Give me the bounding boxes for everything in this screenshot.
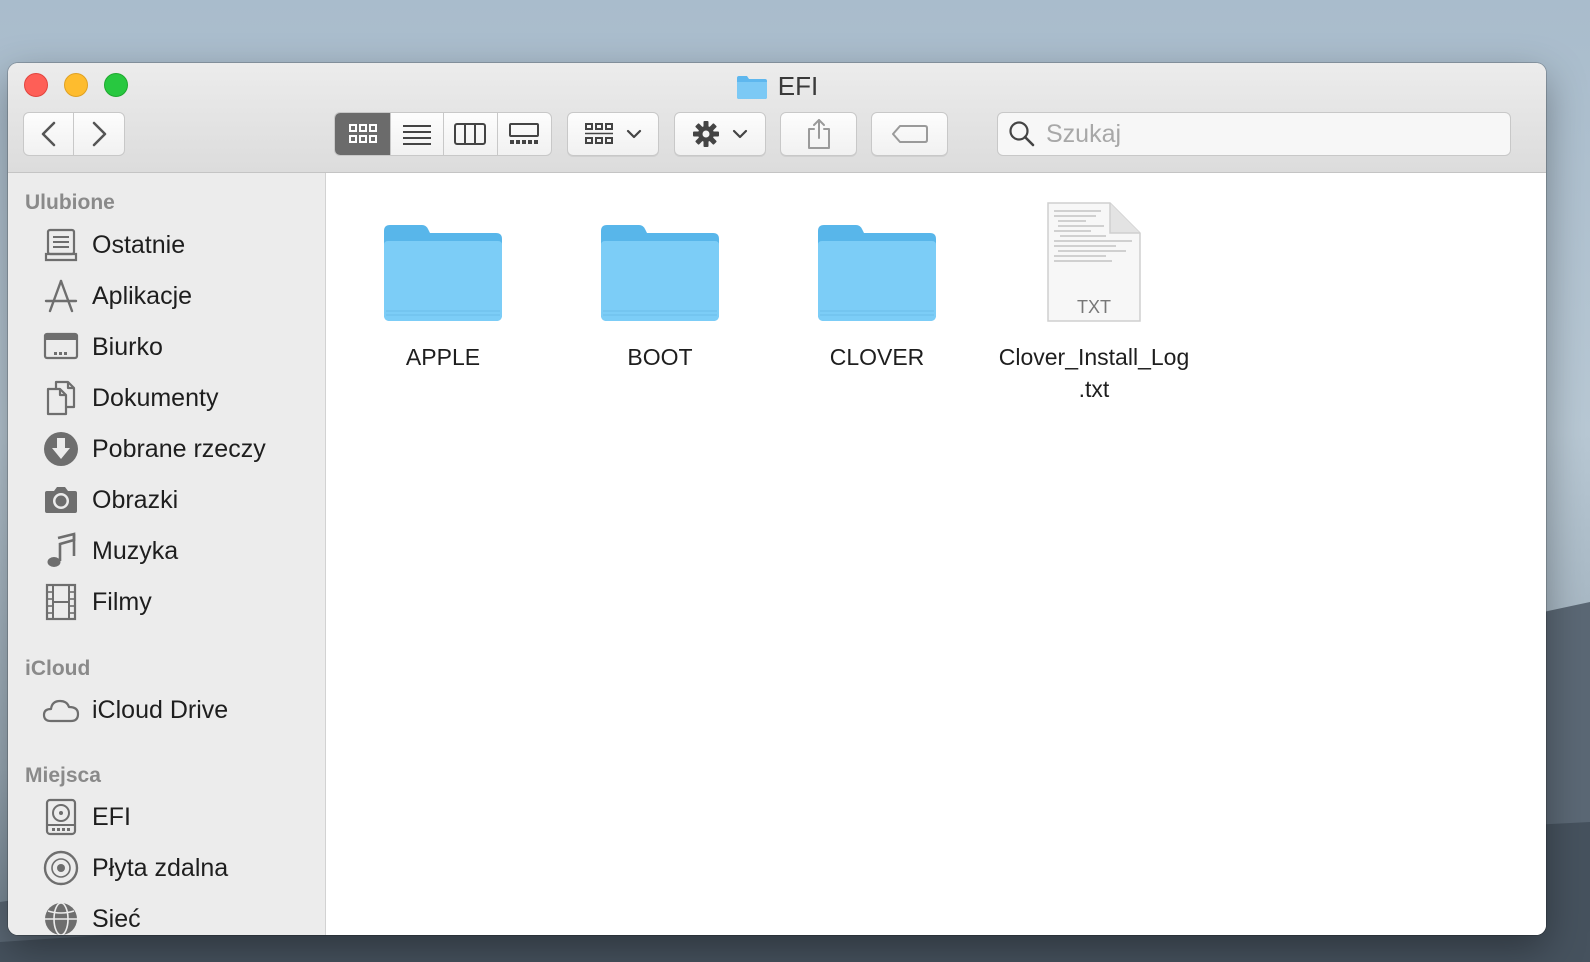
share-button[interactable]	[780, 112, 857, 156]
sidebar-item-label: Płyta zdalna	[92, 853, 229, 882]
group-grid-icon	[585, 123, 613, 144]
sidebar-item-label: Pobrane rzeczy	[92, 434, 266, 463]
search-input[interactable]	[1044, 118, 1488, 150]
file-type-badge: TXT	[1077, 297, 1111, 317]
sidebar-item-label: iCloud Drive	[92, 695, 229, 724]
file-browser-content: APPLE BOOT CLOVER TXT Clover_Install_Log…	[326, 173, 1546, 935]
film-icon	[45, 583, 77, 621]
sidebar-item-recents[interactable]: Ostatnie	[42, 225, 185, 265]
sidebar-item-desktop[interactable]: Biurko	[42, 327, 163, 367]
sidebar-item-label: Sieć	[92, 904, 141, 933]
file-name: APPLE	[405, 344, 481, 370]
sidebar-item-label: Biurko	[92, 332, 163, 361]
file-item-folder[interactable]: APPLE	[333, 193, 553, 373]
recents-icon	[44, 228, 78, 262]
list-icon	[403, 125, 432, 145]
sidebar-section-icloud: iCloud	[25, 657, 91, 680]
sidebar-item-remote-disc[interactable]: Płyta zdalna	[42, 848, 228, 888]
sidebar-item-label: Ostatnie	[92, 230, 186, 259]
sidebar-item-label: Filmy	[92, 587, 152, 616]
chevron-down-icon	[626, 129, 642, 139]
text-document-icon: TXT	[1047, 202, 1141, 322]
network-globe-icon	[45, 902, 77, 935]
sidebar-item-documents[interactable]: Dokumenty	[42, 378, 218, 418]
file-name-line: .txt	[1078, 376, 1110, 402]
finder-window: EFI Szukaj Ulubione Ostatnie Aplikacje B…	[8, 63, 1546, 935]
tag-icon	[891, 125, 928, 143]
window-title: EFI	[8, 71, 1546, 102]
sidebar-item-icloud-drive[interactable]: iCloud Drive	[42, 690, 228, 730]
chevron-left-icon	[41, 121, 55, 147]
file-item-text-document[interactable]: TXT Clover_Install_Log .txt	[984, 193, 1204, 405]
file-name: BOOT	[627, 344, 693, 370]
gallery-view-button[interactable]	[498, 113, 552, 155]
file-name: CLOVER	[829, 344, 925, 370]
cloud-icon	[42, 699, 80, 723]
search-icon	[1009, 121, 1035, 147]
sidebar-item-applications[interactable]: Aplikacje	[42, 276, 192, 316]
applications-icon	[44, 279, 78, 313]
disk-icon	[45, 798, 77, 836]
camera-icon	[45, 487, 77, 513]
list-view-button[interactable]	[391, 113, 444, 155]
optical-disc-icon	[43, 850, 79, 886]
group-by-button[interactable]	[567, 112, 659, 156]
titlebar: EFI	[8, 63, 1546, 173]
sidebar: Ulubione Ostatnie Aplikacje Biurko Dokum…	[8, 173, 326, 935]
navigation-buttons	[23, 112, 125, 156]
sidebar-item-label: EFI	[92, 802, 131, 831]
sidebar-item-music[interactable]: Muzyka	[42, 531, 178, 571]
sidebar-section-locations: Miejsca	[25, 764, 101, 787]
sidebar-item-pictures[interactable]: Obrazki	[42, 480, 178, 520]
sidebar-item-label: Aplikacje	[92, 281, 193, 310]
file-name: Clover_Install_Log .txt	[984, 341, 1204, 405]
folder-icon	[384, 225, 502, 321]
documents-icon	[46, 380, 76, 416]
sidebar-item-downloads[interactable]: Pobrane rzeczy	[42, 429, 266, 469]
sidebar-section-favorites: Ulubione	[25, 191, 115, 214]
gear-icon	[693, 121, 719, 147]
file-item-folder[interactable]: CLOVER	[767, 193, 987, 373]
columns-icon	[454, 123, 487, 145]
folder-icon	[601, 225, 719, 321]
share-icon	[807, 119, 830, 149]
music-note-icon	[47, 532, 76, 567]
icon-view-button[interactable]	[335, 113, 392, 155]
sidebar-item-efi[interactable]: EFI	[42, 797, 131, 837]
window-title-text: EFI	[777, 71, 819, 101]
downloads-icon	[44, 432, 78, 466]
sidebar-item-network[interactable]: Sieć	[42, 899, 141, 935]
sidebar-item-movies[interactable]: Filmy	[42, 582, 152, 622]
search-field[interactable]	[997, 112, 1511, 156]
sidebar-item-label: Dokumenty	[92, 383, 219, 412]
folder-icon	[736, 75, 767, 99]
chevron-down-icon	[732, 129, 748, 139]
folder-icon	[818, 225, 936, 321]
view-mode-control	[334, 112, 552, 156]
file-item-folder[interactable]: BOOT	[550, 193, 770, 373]
chevron-right-icon	[92, 121, 107, 147]
file-name-line: Clover_Install_Log	[998, 344, 1190, 370]
icon-grid-icon	[348, 124, 377, 143]
sidebar-item-label: Muzyka	[92, 536, 179, 565]
sidebar-item-label: Obrazki	[92, 485, 179, 514]
tags-button[interactable]	[871, 112, 948, 156]
column-view-button[interactable]	[444, 113, 498, 155]
forward-button[interactable]	[74, 113, 124, 155]
action-menu-button[interactable]	[674, 112, 766, 156]
gallery-icon	[509, 123, 540, 144]
desktop-icon	[43, 332, 79, 360]
back-button[interactable]	[24, 113, 75, 155]
